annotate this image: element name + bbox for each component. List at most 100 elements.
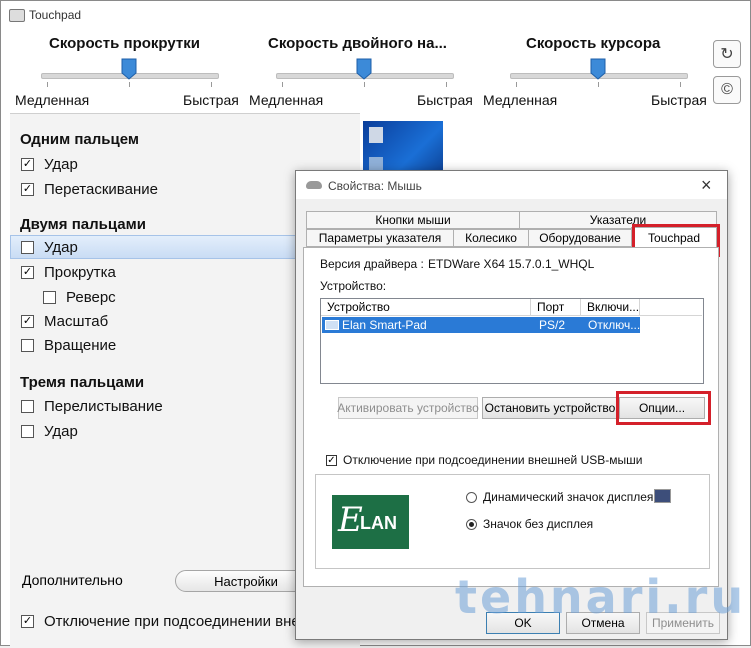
touchpad-titlebar: Touchpad xyxy=(1,1,750,31)
double-tap-slow-label: Медленная xyxy=(249,92,324,108)
dynamic-display-icon-option[interactable]: Динамический значок дисплея xyxy=(466,490,653,504)
device-state-cell: Отключ... xyxy=(588,318,641,332)
usb-disable-option[interactable]: ✓ Отключение при подсоединении вне xyxy=(21,613,300,630)
one-finger-drag-label: Перетаскивание xyxy=(44,181,158,198)
dialog-titlebar: Свойства: Мышь × xyxy=(296,171,727,199)
double-tap-speed-thumb[interactable] xyxy=(356,58,372,80)
tray-icon-preview xyxy=(654,489,671,503)
scroll-speed-title: Скорость прокрутки xyxy=(49,35,200,52)
two-finger-zoom-label: Масштаб xyxy=(44,313,109,330)
device-name-cell: Elan Smart-Pad xyxy=(342,318,427,332)
tick-mark xyxy=(129,82,130,87)
elan-logo: E LAN xyxy=(332,495,409,549)
two-finger-reverse-checkbox[interactable] xyxy=(43,291,56,304)
device-port-cell: PS/2 xyxy=(539,318,566,332)
tick-mark xyxy=(598,82,599,87)
three-finger-swipe-checkbox[interactable] xyxy=(21,400,34,413)
additional-label: Дополнительно xyxy=(22,572,123,588)
one-finger-tap-option[interactable]: ✓ Удар xyxy=(21,156,78,173)
column-header-empty xyxy=(640,299,702,316)
cursor-speed-title: Скорость курсора xyxy=(526,35,661,52)
scroll-fast-label: Быстрая xyxy=(183,92,239,108)
dialog-title: Свойства: Мышь xyxy=(328,179,422,193)
usb-disable-label: Отключение при подсоединении вне xyxy=(44,613,300,630)
two-finger-scroll-option[interactable]: ✓ Прокрутка xyxy=(21,264,116,281)
tick-mark xyxy=(446,82,447,87)
one-finger-tap-checkbox[interactable]: ✓ xyxy=(21,158,34,171)
two-finger-scroll-label: Прокрутка xyxy=(44,264,116,281)
close-icon[interactable]: × xyxy=(701,175,712,196)
usb-mouse-disable-checkbox[interactable]: ✓ xyxy=(326,454,337,466)
tick-mark xyxy=(680,82,681,87)
elan-logo-text: LAN xyxy=(360,513,397,533)
touchpad-device-icon xyxy=(325,320,339,330)
two-finger-zoom-checkbox[interactable]: ✓ xyxy=(21,315,34,328)
tick-mark xyxy=(364,82,365,87)
stop-device-button[interactable]: Остановить устройство xyxy=(482,397,618,419)
two-finger-zoom-option[interactable]: ✓ Масштаб xyxy=(21,313,108,330)
reset-icon[interactable]: ↻ xyxy=(713,40,741,68)
window-title: Touchpad xyxy=(29,8,82,22)
column-header-device[interactable]: Устройство xyxy=(321,299,531,316)
watermark: tehnari.ru xyxy=(455,570,747,624)
static-icon-option[interactable]: Значок без дисплея xyxy=(466,517,593,531)
driver-version-label: Версия драйвера : xyxy=(320,257,424,271)
usb-disable-checkbox[interactable]: ✓ xyxy=(21,615,34,628)
two-finger-scroll-checkbox[interactable]: ✓ xyxy=(21,266,34,279)
cursor-speed-thumb[interactable] xyxy=(590,58,606,80)
double-tap-speed-title: Скорость двойного на... xyxy=(268,35,447,52)
dynamic-display-label: Динамический значок дисплея xyxy=(483,490,654,504)
two-finger-rotate-option[interactable]: Вращение xyxy=(21,337,116,354)
usb-mouse-disable-label: Отключение при подсоединении внешней USB… xyxy=(343,453,643,467)
copyright-icon[interactable]: © xyxy=(713,76,741,104)
touchpad-app-icon xyxy=(9,9,25,22)
one-finger-drag-option[interactable]: ✓ Перетаскивание xyxy=(21,181,158,198)
three-finger-tap-label: Удар xyxy=(44,423,78,440)
tick-mark xyxy=(47,82,48,87)
three-finger-swipe-option[interactable]: Перелистывание xyxy=(21,398,163,415)
two-finger-tap-label: Удар xyxy=(44,239,78,256)
column-header-enabled[interactable]: Включи... xyxy=(581,299,640,316)
two-finger-reverse-option[interactable]: Реверс xyxy=(43,289,116,306)
scroll-speed-thumb[interactable] xyxy=(121,58,137,80)
options-button-highlight xyxy=(616,391,711,425)
device-list[interactable]: Устройство Порт Включи... Elan Smart-Pad… xyxy=(320,298,704,384)
cursor-slow-label: Медленная xyxy=(483,92,558,108)
tick-mark xyxy=(516,82,517,87)
cursor-fast-label: Быстрая xyxy=(651,92,707,108)
tab-wheel[interactable]: Колесико xyxy=(453,229,529,247)
static-icon-radio[interactable] xyxy=(466,518,477,530)
three-finger-swipe-label: Перелистывание xyxy=(44,398,163,415)
static-icon-label: Значок без дисплея xyxy=(483,517,594,531)
one-finger-drag-checkbox[interactable]: ✓ xyxy=(21,183,34,196)
scroll-slow-label: Медленная xyxy=(15,92,90,108)
two-finger-rotate-checkbox[interactable] xyxy=(21,339,34,352)
recycle-bin-icon xyxy=(369,127,383,143)
tick-mark xyxy=(211,82,212,87)
two-finger-tap-option[interactable]: Удар xyxy=(21,239,78,256)
usb-mouse-disable-option[interactable]: ✓ Отключение при подсоединении внешней U… xyxy=(326,453,642,467)
two-fingers-heading: Двумя пальцами xyxy=(20,216,146,233)
three-finger-tap-checkbox[interactable] xyxy=(21,425,34,438)
three-finger-tap-option[interactable]: Удар xyxy=(21,423,78,440)
devices-label: Устройство: xyxy=(320,279,387,293)
mouse-icon xyxy=(306,181,322,189)
display-icon-group: E LAN Динамический значок дисплея Значок… xyxy=(315,474,710,569)
three-fingers-heading: Тремя пальцами xyxy=(20,374,145,391)
one-finger-tap-label: Удар xyxy=(44,156,78,173)
two-finger-rotate-label: Вращение xyxy=(44,337,117,354)
double-tap-fast-label: Быстрая xyxy=(417,92,473,108)
dynamic-display-radio[interactable] xyxy=(466,491,477,503)
activate-device-button[interactable]: Активировать устройство xyxy=(337,397,479,419)
tab-hardware[interactable]: Оборудование xyxy=(528,229,632,247)
desktop-icon xyxy=(369,157,383,171)
two-finger-reverse-label: Реверс xyxy=(66,289,116,306)
tab-mouse-buttons[interactable]: Кнопки мыши xyxy=(306,211,520,229)
column-header-port[interactable]: Порт xyxy=(531,299,581,316)
two-finger-tap-checkbox[interactable] xyxy=(21,241,34,254)
driver-version-value: ETDWare X64 15.7.0.1_WHQL xyxy=(428,257,595,271)
tick-mark xyxy=(282,82,283,87)
one-finger-heading: Одним пальцем xyxy=(20,131,139,148)
tab-pointer-options[interactable]: Параметры указателя xyxy=(306,229,454,247)
table-row[interactable]: Elan Smart-Pad PS/2 Отключ... xyxy=(322,317,640,333)
